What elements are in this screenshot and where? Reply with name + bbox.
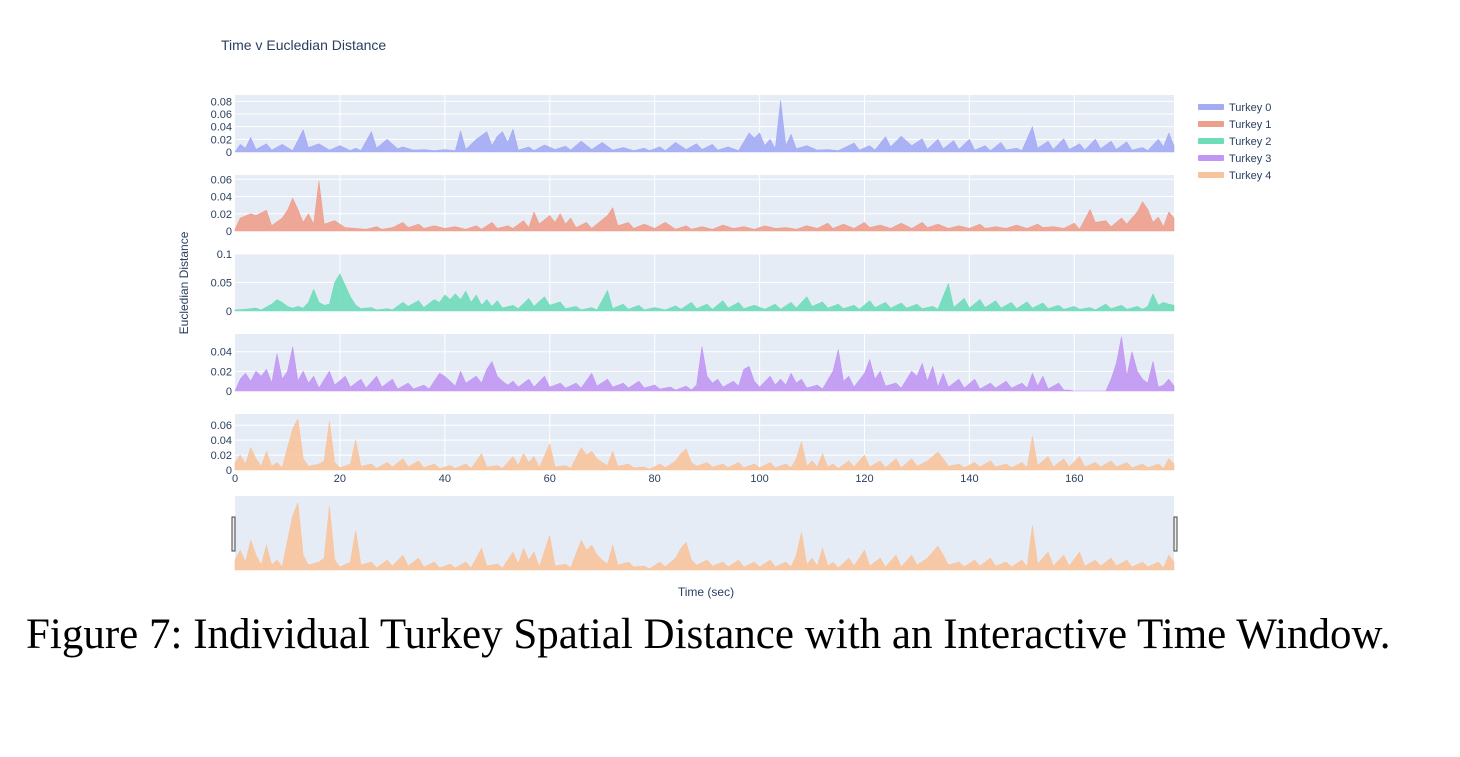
y-tick-label: 0.1 xyxy=(217,249,232,261)
x-axis-ticks: 0 20 40 60 80 100 120 140 160 xyxy=(232,473,1084,485)
legend-label: Turkey 4 xyxy=(1229,170,1271,182)
legend-swatch xyxy=(1198,155,1224,161)
y-tick-label: 0.04 xyxy=(211,192,232,204)
x-tick-label: 120 xyxy=(855,473,873,485)
legend-label: Turkey 0 xyxy=(1229,102,1271,114)
panel-2[interactable]: 0 0.05 0.1 xyxy=(211,249,1175,318)
range-slider-right-handle[interactable] xyxy=(1173,516,1178,552)
legend-item-0[interactable]: Turkey 0 xyxy=(1198,102,1271,114)
y-axis-label: Eucledian Distance xyxy=(177,231,191,334)
legend-item-4[interactable]: Turkey 4 xyxy=(1198,170,1271,182)
legend-item-3[interactable]: Turkey 3 xyxy=(1198,153,1271,165)
y-tick-label: 0.04 xyxy=(211,435,232,447)
legend-swatch xyxy=(1198,138,1224,144)
x-tick-label: 60 xyxy=(544,473,556,485)
range-slider[interactable] xyxy=(231,496,1178,571)
figure-caption: Figure 7: Individual Turkey Spatial Dist… xyxy=(26,611,1391,658)
chart: Time v Eucledian Distance 00.020.040.060… xyxy=(177,37,1271,599)
y-tick-label: 0.08 xyxy=(211,96,232,108)
chart-title: Time v Eucledian Distance xyxy=(221,37,386,53)
legend-swatch xyxy=(1198,172,1224,178)
y-tick-label: 0 xyxy=(226,226,232,238)
x-tick-label: 0 xyxy=(232,473,238,485)
legend-label: Turkey 3 xyxy=(1229,153,1271,165)
chart-panels: 00.020.040.060.0800.020.040.0600.050.100… xyxy=(211,95,1175,477)
panel-0[interactable]: 00.020.040.060.08 xyxy=(211,95,1175,159)
x-tick-label: 140 xyxy=(960,473,978,485)
y-tick-label: 0.02 xyxy=(211,134,232,146)
y-tick-label: 0.05 xyxy=(211,278,232,290)
y-tick-label: 0 xyxy=(226,386,232,398)
legend-label: Turkey 2 xyxy=(1229,136,1271,148)
legend-swatch xyxy=(1198,104,1224,110)
x-tick-label: 160 xyxy=(1065,473,1083,485)
y-tick-label: 0.02 xyxy=(211,209,232,221)
legend-item-2[interactable]: Turkey 2 xyxy=(1198,136,1271,148)
legend-label: Turkey 1 xyxy=(1229,119,1271,131)
y-tick-label: 0.02 xyxy=(211,450,232,462)
y-tick-label: 0.02 xyxy=(211,366,232,378)
legend-item-1[interactable]: Turkey 1 xyxy=(1198,119,1271,131)
y-tick-label: 0 xyxy=(226,306,232,318)
legend[interactable]: Turkey 0 Turkey 1 Turkey 2 Turkey 3 Turkey 4 xyxy=(1198,102,1271,182)
panel-3[interactable]: 0 0.02 0.04 xyxy=(211,334,1175,398)
range-slider-left-handle[interactable] xyxy=(231,516,236,552)
legend-swatch xyxy=(1198,121,1224,127)
x-tick-label: 40 xyxy=(439,473,451,485)
y-tick-label: 0.06 xyxy=(211,109,232,121)
plot-background xyxy=(235,175,1174,231)
x-tick-label: 80 xyxy=(649,473,661,485)
y-tick-label: 0.06 xyxy=(211,420,232,432)
y-tick-label: 0.06 xyxy=(211,174,232,186)
y-tick-label: 0 xyxy=(226,147,232,159)
y-tick-label: 0.04 xyxy=(211,347,232,359)
y-tick-label: 0.04 xyxy=(211,122,232,134)
x-tick-label: 20 xyxy=(334,473,346,485)
x-tick-label: 100 xyxy=(750,473,768,485)
x-axis-label: Time (sec) xyxy=(678,585,734,599)
panel-1[interactable]: 0 0.02 0.04 0.06 xyxy=(211,174,1175,238)
panel-4[interactable]: 00.020.040.06 xyxy=(211,414,1175,477)
